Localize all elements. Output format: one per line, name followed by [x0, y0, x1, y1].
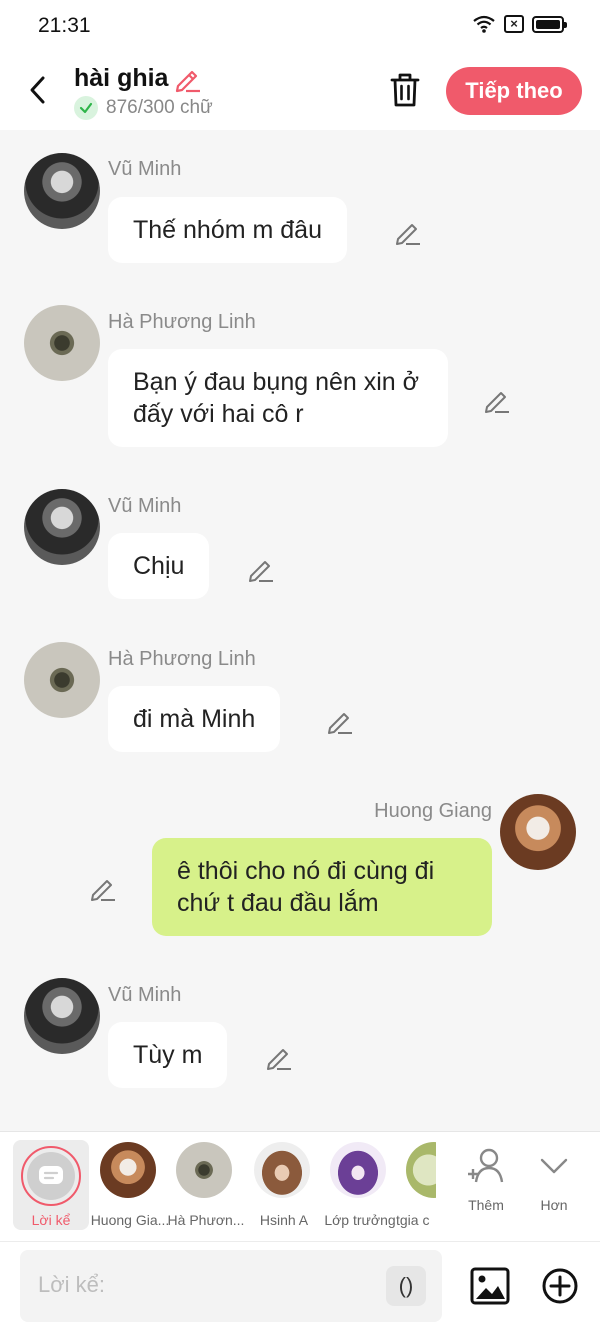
no-sim-icon: ×	[504, 15, 524, 33]
edit-icon[interactable]	[394, 218, 422, 246]
character-avatar	[176, 1142, 232, 1198]
input-bar: Lời kể: ()	[0, 1241, 600, 1333]
character-label: Hà Phươn...	[167, 1212, 245, 1228]
word-count: 876/300 chữ	[74, 96, 213, 120]
edit-icon[interactable]	[265, 1043, 293, 1071]
edit-icon[interactable]	[89, 874, 117, 902]
chevron-down-icon	[540, 1158, 568, 1174]
back-button[interactable]	[22, 70, 54, 110]
parentheses-button[interactable]: ()	[386, 1266, 426, 1306]
image-icon[interactable]	[470, 1266, 510, 1306]
character-item[interactable]: Huong Gia...	[90, 1142, 169, 1232]
add-label: Thêm	[468, 1197, 504, 1213]
page-title: hài ghia	[74, 64, 169, 92]
edit-title-icon[interactable]	[172, 64, 202, 94]
avatar[interactable]	[24, 489, 100, 565]
word-count-text: 876/300 chữ	[106, 97, 213, 118]
more-button[interactable]: Hơn	[522, 1146, 586, 1213]
message-icon	[39, 1166, 63, 1184]
avatar[interactable]	[24, 978, 100, 1054]
sender-name: Vũ Minh	[108, 984, 182, 1006]
avatar[interactable]	[24, 305, 100, 381]
header: hài ghia 876/300 chữ Tiếp theo	[0, 52, 600, 130]
edit-icon[interactable]	[326, 707, 354, 735]
avatar[interactable]	[500, 794, 576, 870]
character-tray: Lời kể Huong Gia... Hà Phươn... Hsinh A …	[0, 1131, 600, 1241]
sender-name: Hà Phương Linh	[108, 311, 256, 333]
edit-icon[interactable]	[247, 555, 275, 583]
character-item[interactable]: Lớp trưởng	[320, 1142, 396, 1232]
character-label: Hsinh A	[259, 1212, 309, 1228]
add-character-button[interactable]: Thêm	[454, 1146, 518, 1213]
character-label: Huong Gia...	[90, 1212, 170, 1228]
battery-icon	[532, 15, 567, 33]
character-avatar	[100, 1142, 156, 1198]
avatar[interactable]	[24, 642, 100, 718]
message-bubble[interactable]: Bạn ý đau bụng nên xin ở đấy với hai cô …	[108, 349, 448, 447]
narrator-label: Lời kể	[31, 1212, 71, 1228]
sender-name: Hà Phương Linh	[108, 648, 256, 670]
character-item[interactable]: Hsinh A	[244, 1142, 318, 1232]
character-label: Lớp trưởng	[324, 1212, 396, 1228]
message-bubble[interactable]: đi mà Minh	[108, 686, 281, 752]
wifi-icon	[473, 15, 495, 33]
status-bar: 21:31 ×	[0, 0, 600, 52]
more-label: Hơn	[540, 1197, 568, 1213]
chevron-left-icon	[30, 76, 45, 104]
status-icons: ×	[472, 14, 567, 34]
narrator-avatar	[21, 1146, 81, 1206]
input-placeholder: Lời kể:	[38, 1272, 106, 1297]
check-icon	[74, 96, 98, 120]
message-bubble[interactable]: Chịu	[108, 533, 210, 599]
narration-input[interactable]: Lời kể: ()	[20, 1250, 442, 1322]
character-item[interactable]: tgia c	[396, 1142, 436, 1232]
message-bubble[interactable]: Thế nhóm m đâu	[108, 197, 347, 263]
message-bubble[interactable]: Tùy m	[108, 1022, 228, 1088]
sender-name: Vũ Minh	[108, 158, 182, 180]
avatar[interactable]	[24, 153, 100, 229]
add-person-icon	[468, 1148, 504, 1183]
status-time: 21:31	[38, 14, 91, 37]
trash-icon[interactable]	[386, 70, 424, 110]
character-avatar	[254, 1142, 310, 1198]
edit-icon[interactable]	[483, 386, 511, 414]
character-avatar	[406, 1142, 436, 1198]
character-item[interactable]: Hà Phươn...	[166, 1142, 244, 1232]
sender-name: Huong Giang	[374, 800, 492, 822]
character-avatar	[330, 1142, 386, 1198]
narrator-button[interactable]: Lời kể	[13, 1140, 89, 1230]
next-button[interactable]: Tiếp theo	[446, 67, 582, 115]
sender-name: Vũ Minh	[108, 495, 182, 517]
add-icon[interactable]	[540, 1266, 580, 1306]
message-bubble[interactable]: ê thôi cho nó đi cùng đi chứ t đau đầu l…	[152, 838, 492, 936]
character-label: tgia c	[396, 1212, 430, 1228]
